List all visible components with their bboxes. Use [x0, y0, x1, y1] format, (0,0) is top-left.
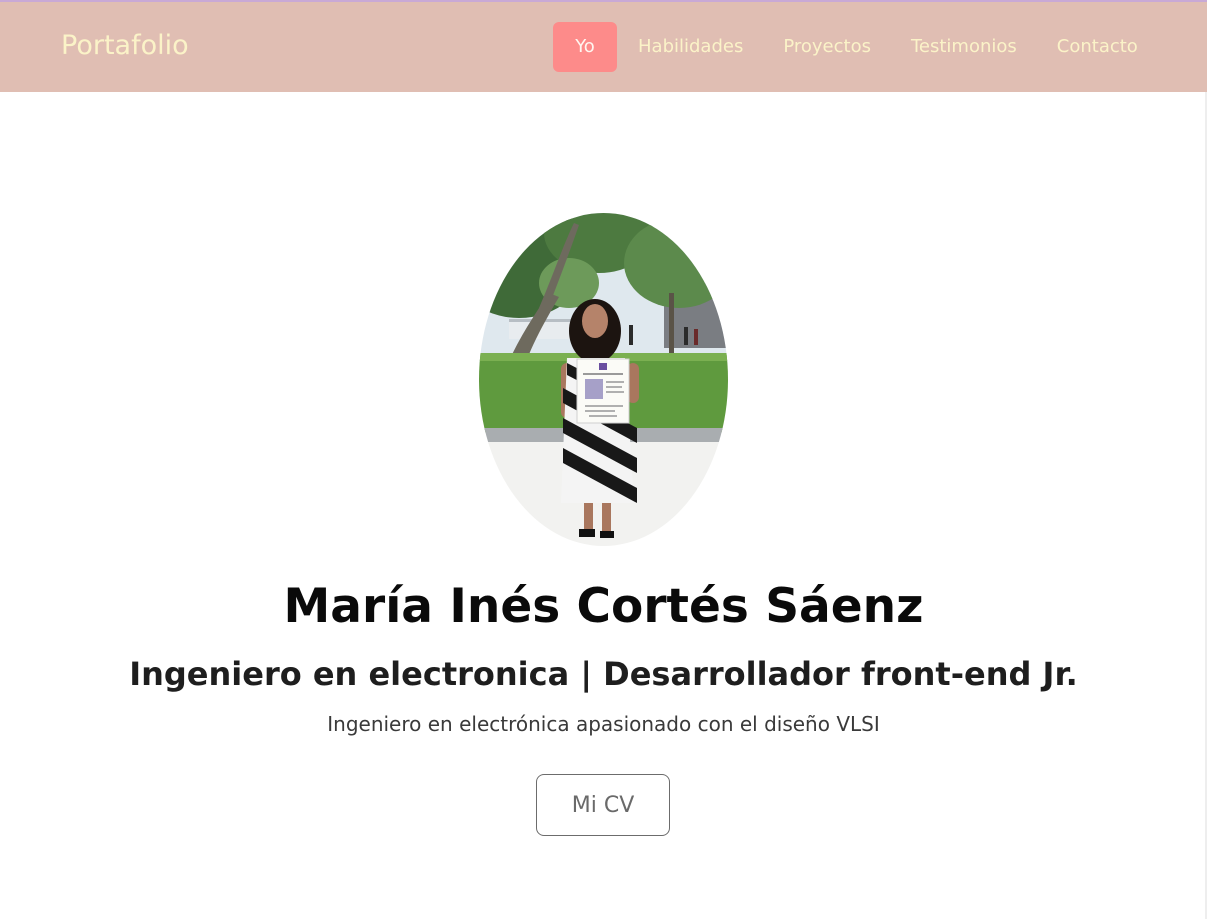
cv-button[interactable]: Mi CV	[536, 774, 670, 836]
nav-menu: Yo Habilidades Proyectos Testimonios Con…	[553, 22, 1138, 72]
nav-link-yo[interactable]: Yo	[553, 22, 617, 72]
nav-link-contacto[interactable]: Contacto	[1057, 22, 1138, 72]
profile-name: María Inés Cortés Sáenz	[283, 579, 924, 634]
nav-link-proyectos[interactable]: Proyectos	[783, 22, 871, 72]
profile-photo	[479, 213, 728, 546]
profile-title: Ingeniero en electronica | Desarrollador…	[129, 655, 1078, 693]
nav-link-habilidades[interactable]: Habilidades	[638, 22, 743, 72]
brand-link[interactable]: Portafolio	[61, 28, 189, 64]
nav-link-testimonios[interactable]: Testimonios	[911, 22, 1017, 72]
navbar: Portafolio Yo Habilidades Proyectos Test…	[0, 2, 1207, 92]
profile-tagline: Ingeniero en electrónica apasionado con …	[327, 712, 880, 736]
